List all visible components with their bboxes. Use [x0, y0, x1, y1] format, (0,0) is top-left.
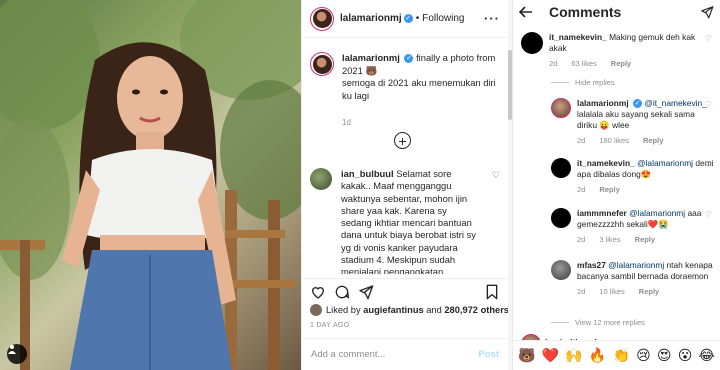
verified-badge-icon: ✓ [404, 54, 414, 64]
comment-likes[interactable]: 63 likes [571, 58, 596, 69]
commenter-avatar[interactable] [551, 158, 571, 178]
like-heart-icon[interactable]: ♡ [705, 100, 712, 109]
caption-timestamp: 1d [342, 118, 351, 127]
add-comment-input[interactable] [311, 349, 479, 360]
caption-username[interactable]: lalamarionmj [342, 52, 400, 63]
comment-likes[interactable]: 180 likes [599, 135, 629, 146]
like-heart-icon[interactable]: ♡ [705, 262, 712, 271]
load-more-comments-button[interactable]: + [394, 132, 411, 149]
liked-by-prefix: Liked by [326, 305, 361, 315]
mobile-header: Comments [513, 0, 720, 24]
likes-summary: Liked by augiefantinus and 280,972 other… [310, 304, 509, 316]
commenter-username[interactable]: lalamarionmj [577, 98, 629, 108]
separator-dot: • [415, 13, 420, 24]
liked-by-count[interactable]: 280,972 others [444, 305, 509, 315]
post-date: 1 DAY AGO [310, 322, 350, 329]
mention-link[interactable]: @it_namekevin_ [644, 98, 707, 108]
tagged-people-icon[interactable] [7, 344, 27, 364]
comment-text: Selamat sore kakak.. Maaf mengganggu wak… [341, 168, 476, 274]
comment-item: it_namekevin_ Making gemuk deh kak akak … [521, 32, 716, 69]
caption-avatar[interactable] [310, 52, 334, 76]
commenter-avatar[interactable] [310, 168, 332, 190]
reply-item: it_namekevin_ @lalamarionmj demi apa dib… [551, 158, 716, 195]
comments-title: Comments [549, 4, 622, 20]
mobile-comments-screen: Comments it_namekevin_ Making gemuk deh … [512, 0, 720, 370]
liked-by-user[interactable]: augiefantinus [363, 305, 423, 315]
red-heart-emoji-icon[interactable]: ❤️ [542, 349, 559, 363]
hide-replies-button[interactable]: Hide replies [551, 78, 615, 87]
post-caption: lalamarionmj ✓ finally a photo from 2021… [310, 52, 500, 130]
mention-link[interactable]: @lalamarionmj [629, 208, 685, 218]
reply-button[interactable]: Reply [635, 234, 655, 245]
reply-item: mfas27 @lalamarionmj ntah kenapa bacanya… [551, 260, 716, 297]
post-photo[interactable] [0, 0, 301, 370]
like-heart-icon[interactable]: ♡ [705, 34, 712, 43]
comment-time: 2d [577, 235, 586, 244]
comment-time: 2d [549, 59, 558, 68]
comment-time: 2d [577, 136, 586, 145]
commenter-username[interactable]: it_namekevin_ [577, 158, 635, 168]
reply-button[interactable]: Reply [611, 58, 631, 69]
commenter-avatar[interactable] [521, 32, 543, 54]
photo-illustration [0, 0, 301, 370]
comment-time: 2d [577, 287, 586, 296]
reply-item: lalamarionmj ✓ @it_namekevin_ lalalala a… [551, 98, 716, 146]
post-action-bar [302, 278, 508, 304]
like-heart-icon[interactable] [310, 284, 326, 300]
mention-link[interactable]: @lalamarionmj [608, 260, 664, 270]
surprised-face-emoji-icon[interactable]: 😮 [678, 349, 693, 363]
emoji-quick-reaction-bar: 🐻 ❤️ 🙌 🔥 👏 😢 😍 😮 😂 [513, 340, 720, 370]
like-heart-icon[interactable]: ♡ [705, 160, 712, 169]
reply-button[interactable]: Reply [599, 184, 619, 195]
commenter-username[interactable]: mfas27 [577, 260, 606, 270]
post-panel: lalamarionmj ✓ • Following ··· lalamario… [301, 0, 509, 370]
crying-face-emoji-icon[interactable]: 😢 [636, 349, 651, 363]
post-header: lalamarionmj ✓ • Following ··· [302, 0, 508, 38]
like-heart-icon[interactable]: ♡ [705, 210, 712, 219]
liked-by-and: and [426, 305, 442, 315]
more-options-icon[interactable]: ··· [484, 11, 500, 26]
verified-badge-icon: ✓ [403, 14, 413, 23]
verified-badge-icon: ✓ [633, 99, 642, 109]
heart-eyes-emoji-icon[interactable]: 😍 [657, 349, 672, 363]
reply-button[interactable]: Reply [639, 286, 659, 297]
comment-likes[interactable]: 10 likes [599, 286, 624, 297]
comment-time: 2d [577, 185, 586, 194]
fire-emoji-icon[interactable]: 🔥 [589, 349, 606, 363]
commenter-avatar[interactable] [551, 260, 571, 280]
clapping-hands-emoji-icon[interactable]: 👏 [613, 349, 630, 363]
comment-like-heart-icon[interactable]: ♡ [492, 170, 500, 181]
following-button[interactable]: Following [422, 13, 464, 24]
author-avatar[interactable] [310, 6, 334, 31]
commenter-username[interactable]: it_namekevin_ [549, 32, 607, 42]
commenter-avatar[interactable] [551, 98, 571, 118]
tears-of-joy-emoji-icon[interactable]: 😂 [698, 349, 714, 363]
back-arrow-icon[interactable] [519, 6, 533, 18]
comment-text: lalalala aku sayang sekali sama diriku 😛… [577, 109, 695, 130]
add-comment-bar: Post [302, 338, 508, 370]
direct-send-icon[interactable] [700, 5, 714, 19]
post-comment-button[interactable]: Post [478, 349, 499, 360]
commenter-avatar[interactable] [551, 208, 571, 228]
view-more-replies-button[interactable]: View 12 more replies [551, 318, 645, 327]
mention-link[interactable]: @lalamarionmj [637, 158, 693, 168]
reply-button[interactable]: Reply [643, 135, 663, 146]
liker-avatar[interactable] [310, 304, 322, 316]
caption-text-2: semoga di 2021 aku menemukan diri ku lag… [342, 77, 496, 101]
raising-hands-emoji-icon[interactable]: 🙌 [565, 349, 582, 363]
comment-item: ian_bulbuul Selamat sore kakak.. Maaf me… [310, 168, 500, 274]
comment-bubble-icon[interactable] [334, 284, 350, 300]
comment-likes[interactable]: 3 likes [599, 234, 620, 245]
reply-item: iammmnefer @lalamarionmj aaa gemezzzzhh … [551, 208, 716, 245]
author-username[interactable]: lalamarionmj [340, 13, 402, 24]
commenter-username[interactable]: ian_bulbuul [341, 168, 394, 179]
bear-emoji-icon[interactable]: 🐻 [518, 349, 535, 363]
commenter-username[interactable]: iammmnefer [577, 208, 627, 218]
share-send-icon[interactable] [358, 284, 374, 300]
bookmark-icon[interactable] [484, 284, 500, 300]
